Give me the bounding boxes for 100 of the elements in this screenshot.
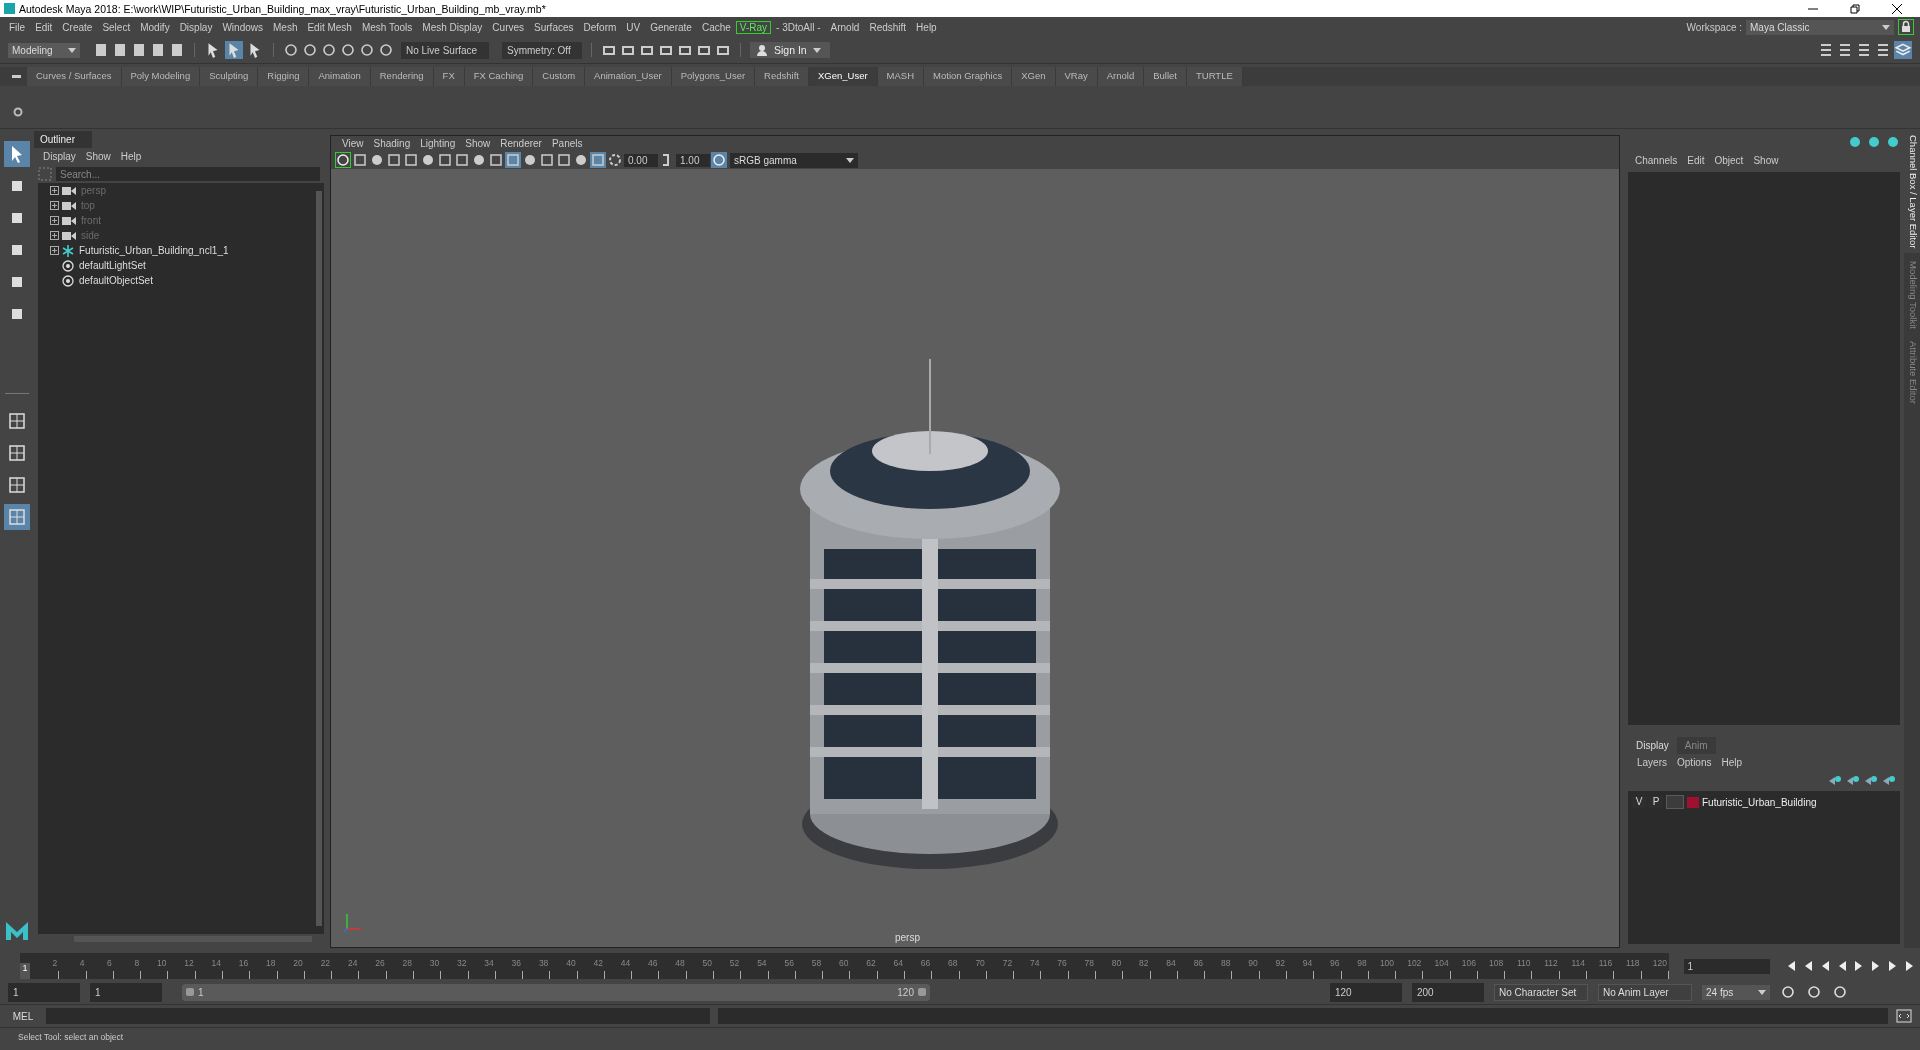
playback-start-field[interactable]: 1 xyxy=(90,982,162,1002)
live-surface-field[interactable]: No Live Surface xyxy=(401,41,489,59)
menu-item[interactable]: Lighting xyxy=(415,138,461,149)
shelf-tab[interactable]: Sculpting xyxy=(200,67,259,86)
menu-item[interactable]: Mesh Tools xyxy=(356,20,418,34)
shelf-tab[interactable]: FX xyxy=(433,67,465,86)
menu-item[interactable]: Layers xyxy=(1632,757,1672,768)
menu-item[interactable]: Shading xyxy=(368,138,416,149)
expand-icon[interactable] xyxy=(50,216,59,225)
menu-item[interactable]: Deform xyxy=(578,20,622,34)
lock-camera-icon[interactable] xyxy=(335,152,351,168)
timeline-ruler[interactable]: 1 2 4 6 8 10 12 14 16 18 20 22 24 26 28 30 32 34 36 38 40 42 44 46 48 50 52 54 56 58 60 62 64 66 68 70 72 74 76 78 80 82 84 86 88 90 92 94 96 98 100 102 104 106 108 110 112 114 116 118 120 xyxy=(20,953,1669,979)
color-space-dropdown[interactable]: sRGB gamma xyxy=(730,152,858,168)
menu-item[interactable]: Help xyxy=(911,20,942,34)
outliner-item[interactable]: defaultObjectSet xyxy=(77,275,153,286)
menu-item[interactable]: Panels xyxy=(546,138,588,149)
shelf-tab[interactable]: TURTLE xyxy=(1187,67,1243,86)
expand-icon[interactable] xyxy=(50,201,59,210)
playback-end-field[interactable]: 120 xyxy=(1330,982,1402,1002)
menu-item[interactable]: Redshift xyxy=(864,20,912,34)
menu-item[interactable]: Show xyxy=(1748,155,1784,166)
menu-item[interactable]: Cache xyxy=(696,20,736,34)
menu-item[interactable]: Help xyxy=(1716,757,1748,768)
symmetry-dropdown[interactable]: Symmetry: Off xyxy=(502,41,582,59)
menu-item[interactable]: Windows xyxy=(217,20,268,34)
menu-item[interactable]: Mesh Display xyxy=(417,20,488,34)
new-layer-icon[interactable] xyxy=(1864,775,1878,787)
file-icon[interactable] xyxy=(93,42,109,58)
move-layer-up-icon[interactable] xyxy=(1828,775,1842,787)
shelf-tab[interactable]: Custom xyxy=(533,67,586,86)
expand-icon[interactable] xyxy=(50,246,59,255)
menu-item[interactable]: View xyxy=(337,138,369,149)
menu-item[interactable]: Renderer xyxy=(495,138,547,149)
menu-item[interactable]: Show xyxy=(80,151,116,162)
menu-item[interactable]: Create xyxy=(57,20,98,34)
menu-item[interactable]: Edit xyxy=(1682,155,1710,166)
shelf-tab[interactable]: Animation_User xyxy=(585,67,672,86)
shelf-tab[interactable]: MASH xyxy=(877,67,925,86)
menu-item[interactable]: Curves xyxy=(487,20,530,34)
outliner-item[interactable]: Futuristic_Urban_Building_ncl1_1 xyxy=(77,245,229,256)
end-time-field[interactable]: 200 xyxy=(1412,982,1484,1002)
menu-item[interactable]: - 3DtoAll - xyxy=(771,20,826,34)
side-tab[interactable]: Channel Box / Layer Editor xyxy=(1904,131,1920,253)
menu-item[interactable]: File xyxy=(4,20,31,34)
menu-set-dropdown[interactable]: Modeling xyxy=(8,42,80,58)
exposure-field[interactable]: 0.00 xyxy=(624,153,658,167)
shelf-tab[interactable]: FX Caching xyxy=(464,67,534,86)
shelf-tab[interactable]: Arnold xyxy=(1097,67,1145,86)
start-time-field[interactable]: 1 xyxy=(8,982,80,1002)
menu-item[interactable]: Surfaces xyxy=(529,20,579,34)
reference-toggle[interactable] xyxy=(1666,795,1684,809)
menu-item[interactable]: UV xyxy=(621,20,646,34)
menu-item[interactable]: Select xyxy=(97,20,136,34)
new-layer-selected-icon[interactable] xyxy=(1882,775,1896,787)
character-set-dropdown[interactable]: No Character Set xyxy=(1494,983,1588,1001)
command-language-label[interactable]: MEL xyxy=(8,1010,38,1022)
expand-icon[interactable] xyxy=(50,231,59,240)
menu-item[interactable]: Mesh xyxy=(268,20,303,34)
outliner-item[interactable]: defaultLightSet xyxy=(77,260,146,271)
menu-item[interactable]: Object xyxy=(1709,155,1749,166)
layer-editor-tab[interactable]: Anim xyxy=(1676,737,1716,754)
shelf-tab[interactable]: Curves / Surfaces xyxy=(27,67,122,86)
gamma-field[interactable]: 1.00 xyxy=(676,153,710,167)
sign-in-button[interactable]: Sign In xyxy=(750,42,830,58)
range-slider[interactable]: 1 120 xyxy=(182,983,930,1001)
select-tool-icon[interactable] xyxy=(4,141,30,167)
side-tab[interactable]: Modeling Toolkit xyxy=(1904,256,1920,333)
move-layer-down-icon[interactable] xyxy=(1846,775,1860,787)
menu-item[interactable]: Display xyxy=(38,151,81,162)
shelf-tab[interactable]: Redshift xyxy=(755,67,809,86)
menu-item[interactable]: Show xyxy=(460,138,496,149)
layer-color-swatch[interactable] xyxy=(1687,796,1699,808)
layer-name[interactable]: Futuristic_Urban_Building xyxy=(1702,796,1817,808)
shelf-tab[interactable]: Poly Modeling xyxy=(121,67,201,86)
current-frame-field[interactable]: 1 xyxy=(1683,958,1770,974)
menu-item[interactable]: Arnold xyxy=(825,20,865,34)
lock-icon[interactable] xyxy=(1898,19,1914,35)
script-editor-icon[interactable] xyxy=(1896,1008,1912,1024)
visibility-toggle[interactable]: V xyxy=(1632,796,1646,808)
shelf-tab[interactable]: Polygons_User xyxy=(671,67,756,86)
workspace-dropdown[interactable]: Maya Classic xyxy=(1746,19,1894,35)
gear-icon[interactable] xyxy=(12,106,24,118)
menu-item[interactable]: Generate xyxy=(645,20,697,34)
restore-icon[interactable] xyxy=(1848,1,1862,16)
anim-layer-dropdown[interactable]: No Anim Layer xyxy=(1598,983,1692,1001)
command-input[interactable] xyxy=(46,1008,710,1024)
menu-item[interactable]: Display xyxy=(174,20,218,34)
expand-icon[interactable] xyxy=(50,186,59,195)
fps-dropdown[interactable]: 24 fps xyxy=(1702,984,1770,1000)
shelf-tab[interactable]: XGen xyxy=(1012,67,1056,86)
menu-item[interactable]: Modify xyxy=(135,20,175,34)
shelf-tab[interactable]: VRay xyxy=(1055,67,1098,86)
list-icon[interactable] xyxy=(1875,42,1891,58)
layers-icon[interactable] xyxy=(1894,41,1912,59)
search-field[interactable]: Search... xyxy=(56,167,320,181)
close-icon[interactable] xyxy=(1890,1,1904,16)
menu-item[interactable]: Edit Mesh xyxy=(302,20,357,34)
shelf-tab[interactable]: Animation xyxy=(309,67,371,86)
shelf-tab[interactable]: Rigging xyxy=(258,67,310,86)
menu-item[interactable]: Help xyxy=(115,151,147,162)
